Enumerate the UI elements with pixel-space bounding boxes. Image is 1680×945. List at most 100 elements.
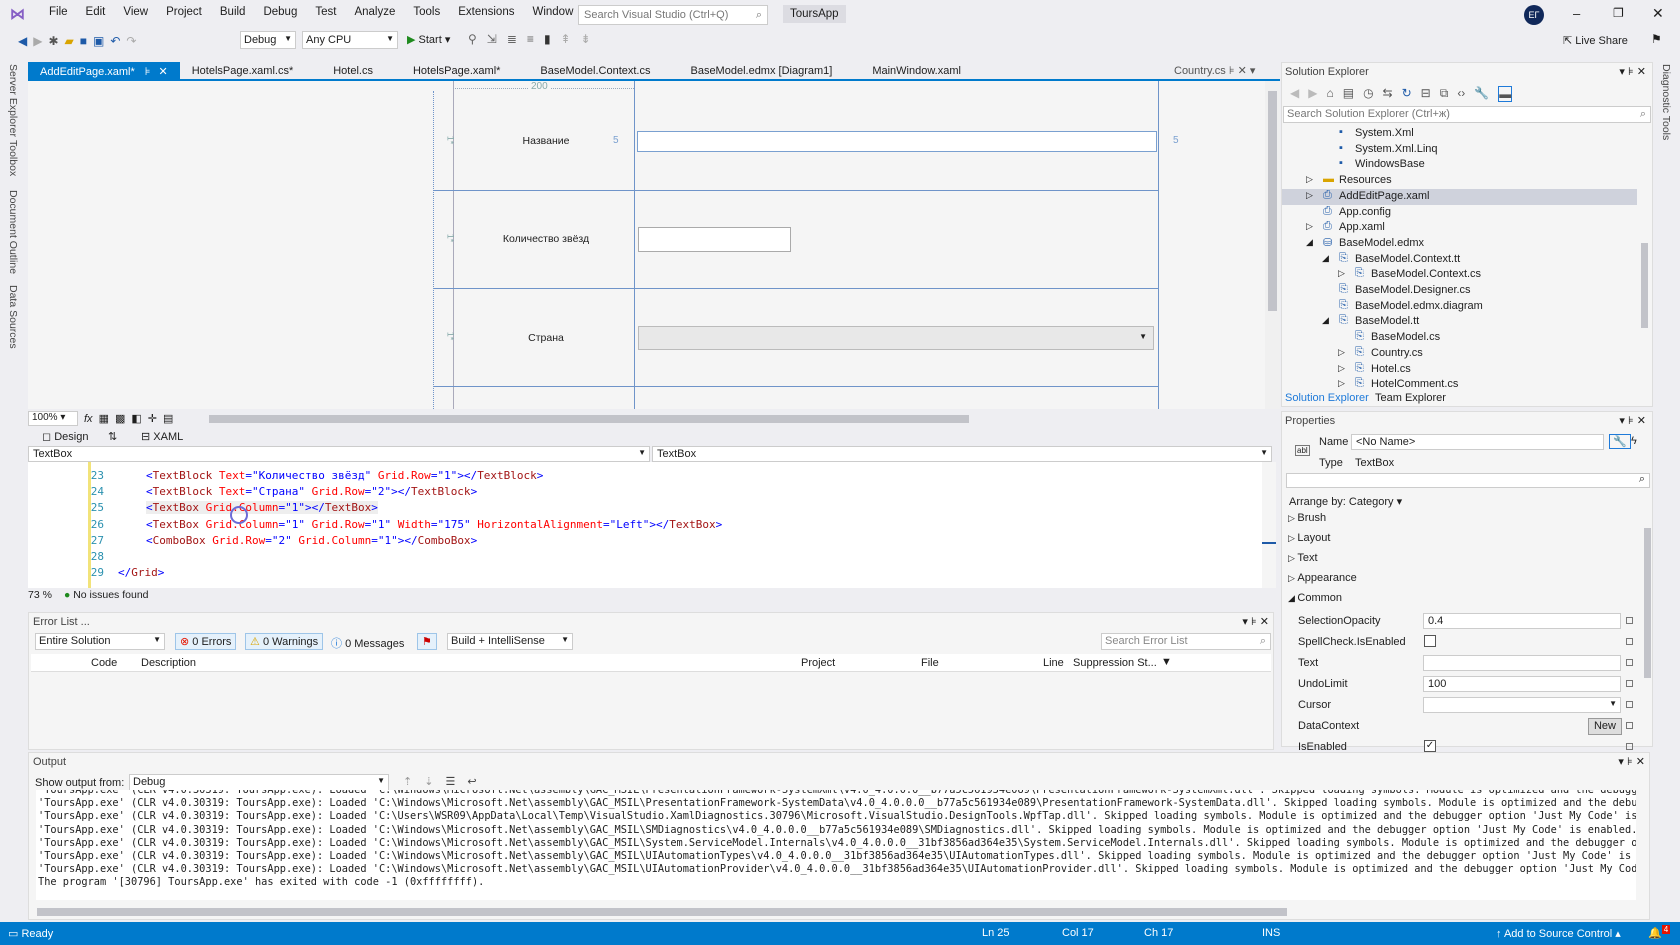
output-hscrollbar[interactable] <box>37 908 1287 916</box>
property-category[interactable]: ▷ Appearance <box>1288 572 1357 584</box>
home-icon[interactable]: ⌂ <box>1326 86 1333 102</box>
tree-item[interactable]: ⎙ App.config <box>1282 205 1637 221</box>
property-marker[interactable] <box>1626 638 1633 645</box>
property-search-input[interactable]: ⌕ <box>1286 473 1650 488</box>
tree-item[interactable]: ⎘ BaseModel.edmx.diagram <box>1282 299 1637 315</box>
property-vscrollbar[interactable] <box>1644 528 1651 678</box>
show-all-files-icon[interactable]: ⧉ <box>1440 86 1449 102</box>
designer-vscrollbar[interactable] <box>1265 81 1280 409</box>
new-button[interactable]: New <box>1588 718 1622 735</box>
code-line[interactable]: <TextBlock Text="Количество звёзд" Grid.… <box>146 469 543 482</box>
bookmark-icon[interactable]: ▮ <box>544 32 551 46</box>
refresh-icon[interactable]: ↻ <box>1402 86 1412 102</box>
expand-icon[interactable]: ▷ <box>1338 363 1345 374</box>
row-marker[interactable]: 1* <box>445 136 455 145</box>
output-source-select[interactable]: Debug ▼ <box>129 774 389 791</box>
open-icon[interactable]: ▰ <box>65 34 74 48</box>
sync-icon[interactable]: ⇆ <box>1383 86 1393 102</box>
property-category[interactable]: ▷ Text <box>1288 552 1318 564</box>
menu-project[interactable]: Project <box>157 6 211 18</box>
issues-status[interactable]: ● No issues found <box>64 589 149 601</box>
clear-all-icon[interactable]: ☰ <box>445 775 455 788</box>
tree-item[interactable]: ▪ System.Xml <box>1282 126 1637 142</box>
nav-dropdown-right[interactable]: TextBox ▼ <box>652 446 1272 462</box>
column-header[interactable]: File <box>921 657 939 669</box>
menu-view[interactable]: View <box>114 6 157 18</box>
arrange-by-dropdown[interactable]: Arrange by: Category ▾ <box>1289 495 1402 508</box>
view-code-icon[interactable]: ‹› <box>1457 86 1465 102</box>
tree-item[interactable]: ⎘ BaseModel.Designer.cs <box>1282 283 1637 299</box>
collapse-icon[interactable]: ◢ <box>1322 315 1329 326</box>
menu-debug[interactable]: Debug <box>254 6 306 18</box>
code-line[interactable]: </Grid> <box>118 566 164 579</box>
search-input[interactable]: Search Visual Studio (Ctrl+Q) ⌕ <box>578 5 768 25</box>
live-share-button[interactable]: ⇱ Live Share <box>1563 34 1628 47</box>
menu-analyze[interactable]: Analyze <box>345 6 404 18</box>
menu-window[interactable]: Window <box>523 6 582 18</box>
bookmark-prev-icon[interactable]: ⇞ <box>561 32 571 46</box>
snap-grid-icon[interactable]: ▩ <box>115 412 125 425</box>
snap-lines-icon[interactable]: ✛ <box>148 412 157 425</box>
tab-document[interactable]: MainWindow.xaml <box>860 62 989 79</box>
tree-item[interactable]: ▪ WindowsBase <box>1282 157 1637 173</box>
step-icon[interactable]: ⇲ <box>487 32 497 46</box>
events-view-button[interactable]: ϟ <box>1631 435 1637 447</box>
preview-tab[interactable]: Country.cs ⊧ ✕ ▾ <box>1174 64 1255 77</box>
design-tab[interactable]: ◻ Design <box>42 430 88 443</box>
column-header[interactable]: Code <box>91 657 117 669</box>
output-text[interactable]: 'ToursApp.exe' (CLR v4.0.30319: ToursApp… <box>36 790 1636 900</box>
maximize-button[interactable]: ❐ <box>1613 6 1624 20</box>
nav-dropdown-left[interactable]: TextBox ▼ <box>28 446 650 462</box>
xaml-designer[interactable]: 200 1* 1* 1* Название Количество звёзд С… <box>28 81 1265 409</box>
filter-icon[interactable]: ⚑ <box>417 633 437 650</box>
pin-icon[interactable]: ⊧ <box>1229 65 1235 77</box>
start-button[interactable]: ▶ Start ▾ <box>407 33 450 46</box>
platform-select[interactable]: Any CPU ▼ <box>302 31 398 49</box>
tab-team-explorer[interactable]: Team Explorer <box>1375 392 1446 404</box>
row-marker[interactable]: 1* <box>445 234 455 243</box>
close-icon[interactable]: ✕ <box>159 66 168 78</box>
uncomment-icon[interactable]: ≡ <box>527 32 534 46</box>
errors-filter[interactable]: ⊗ 0 Errors <box>175 633 237 650</box>
column-header[interactable]: Suppression St... <box>1073 657 1157 669</box>
label-country[interactable]: Страна <box>528 332 564 344</box>
tab-document[interactable]: Hotel.cs <box>321 62 401 79</box>
menu-extensions[interactable]: Extensions <box>449 6 523 18</box>
expand-icon[interactable]: ▷ <box>1306 174 1313 185</box>
property-marker[interactable] <box>1626 617 1633 624</box>
close-button[interactable]: ✕ <box>1652 5 1664 22</box>
name-input[interactable]: <No Name> <box>1351 434 1604 450</box>
column-header[interactable]: Description <box>141 657 196 669</box>
tree-item[interactable]: ⎘ BaseModel.cs <box>1282 330 1637 346</box>
property-marker[interactable] <box>1626 680 1633 687</box>
left-strip-tab[interactable]: Document Outline <box>7 190 19 274</box>
tree-item[interactable]: ▷ ⎘ BaseModel.Context.cs <box>1282 267 1637 283</box>
artboard-icon[interactable]: ◧ <box>131 412 141 425</box>
property-marker[interactable] <box>1626 743 1633 750</box>
scope-select[interactable]: Entire Solution ▼ <box>35 633 165 650</box>
left-strip-tab[interactable]: Server Explorer <box>7 64 19 137</box>
avatar[interactable]: EГ <box>1524 5 1544 25</box>
country-combobox[interactable]: ▼ <box>638 326 1154 350</box>
swap-panes-icon[interactable]: ⇅ <box>108 430 117 443</box>
property-marker[interactable] <box>1626 659 1633 666</box>
column-header[interactable]: Line <box>1043 657 1064 669</box>
back-icon[interactable]: ◀ <box>18 34 27 48</box>
config-select[interactable]: Debug ▼ <box>240 31 296 49</box>
new-project-icon[interactable]: ✱ <box>48 34 58 48</box>
tree-item[interactable]: ▷ ⎘ Country.cs <box>1282 346 1637 362</box>
save-all-icon[interactable]: ▣ <box>93 34 104 48</box>
save-icon[interactable]: ■ <box>80 34 87 48</box>
forward-icon[interactable]: ▶ <box>1308 86 1317 102</box>
tree-item[interactable]: ▷ ▬ Resources <box>1282 173 1637 189</box>
feedback-icon[interactable]: ⚑ <box>1651 32 1662 46</box>
properties-view-button[interactable]: 🔧 <box>1609 434 1631 449</box>
property-input[interactable]: 100 <box>1423 676 1621 692</box>
expand-icon[interactable]: ▷ <box>1338 347 1345 358</box>
tree-item[interactable]: ▷ ⎙ AddEditPage.xaml <box>1282 188 1637 205</box>
tab-document[interactable]: BaseModel.Context.cs <box>528 62 678 79</box>
selected-textbox[interactable] <box>637 131 1157 152</box>
pin-icon[interactable]: ⊧ <box>145 66 151 78</box>
warnings-filter[interactable]: ⚠ 0 Warnings <box>245 633 324 650</box>
word-wrap-icon[interactable]: ↩ <box>467 775 476 788</box>
